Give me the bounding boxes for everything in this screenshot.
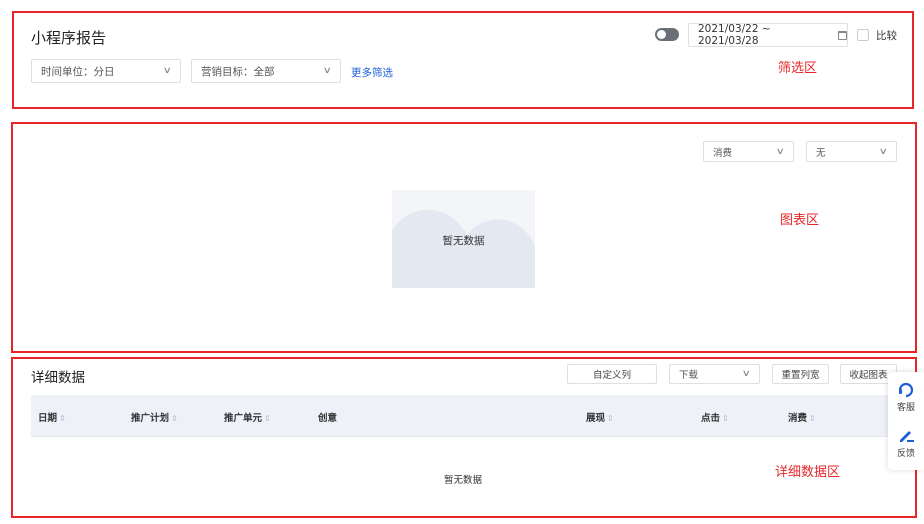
table-header: 日期 ⇕ 推广计划 ⇕ 推广单元 ⇕ 创意 展现 ⇕ 点击 ⇕ 消费 ⇕ xyxy=(31,395,896,437)
sort-icon: ⇕ xyxy=(264,414,271,423)
metric-select-value: 消费 xyxy=(713,147,733,159)
date-range-picker[interactable]: 2021/03/22 ~ 2021/03/28 xyxy=(688,23,848,47)
column-header-plan[interactable]: 推广计划 ⇕ xyxy=(131,410,178,424)
sort-icon: ⇕ xyxy=(607,414,614,423)
detail-region-label: 详细数据区 xyxy=(775,465,841,480)
marketing-goal-value: 营销目标：全部 xyxy=(201,65,275,78)
toggle-switch[interactable] xyxy=(655,28,679,41)
customer-service-label: 客服 xyxy=(896,403,915,413)
compare-label: 比较 xyxy=(876,30,897,42)
feedback-label: 反馈 xyxy=(896,449,915,459)
sort-icon: ⇕ xyxy=(809,414,816,423)
calendar-icon xyxy=(838,30,847,40)
chart-empty-text: 暂无数据 xyxy=(442,235,485,247)
download-select[interactable]: 下载 ∨ xyxy=(669,364,760,384)
chevron-down-icon: ∨ xyxy=(742,369,752,379)
sort-icon: ⇕ xyxy=(59,414,66,423)
time-unit-select[interactable]: 时间单位：分日 ∨ xyxy=(31,59,181,83)
marketing-goal-select[interactable]: 营销目标：全部 ∨ xyxy=(191,59,341,83)
metric-select[interactable]: 消费 ∨ xyxy=(703,141,794,162)
chevron-down-icon: ∨ xyxy=(879,146,889,157)
chart-empty-placeholder: 暂无数据 xyxy=(392,190,535,288)
column-header-clicks[interactable]: 点击 ⇕ xyxy=(701,410,729,424)
sort-icon: ⇕ xyxy=(722,414,729,423)
detail-title: 详细数据 xyxy=(31,370,85,386)
chart-region-label: 图表区 xyxy=(780,213,820,228)
time-unit-value: 时间单位：分日 xyxy=(41,65,115,78)
edit-pencil-icon xyxy=(900,431,914,442)
chevron-down-icon: ∨ xyxy=(776,146,786,157)
chevron-down-icon: ∨ xyxy=(163,66,173,76)
date-range-text: 2021/03/22 ~ 2021/03/28 xyxy=(698,23,771,47)
table-empty-text: 暂无数据 xyxy=(444,475,483,486)
chevron-down-icon: ∨ xyxy=(323,66,333,76)
compare-metric-select[interactable]: 无 ∨ xyxy=(806,141,897,162)
column-header-creative[interactable]: 创意 xyxy=(318,410,337,424)
filter-region-label: 筛选区 xyxy=(778,61,818,76)
download-label: 下载 xyxy=(679,370,699,381)
custom-columns-button[interactable]: 自定义列 xyxy=(567,364,657,384)
sort-icon: ⇕ xyxy=(171,414,178,423)
page-title: 小程序报告 xyxy=(31,29,107,47)
column-header-cost[interactable]: 消费 ⇕ xyxy=(788,410,816,424)
reset-column-width-button[interactable]: 重置列宽 xyxy=(772,364,829,384)
more-filters-link[interactable]: 更多筛选 xyxy=(351,65,393,80)
customer-service-button[interactable]: 客服 xyxy=(888,380,924,420)
column-header-date[interactable]: 日期 ⇕ xyxy=(38,410,66,424)
floating-toolbar: 客服 反馈 xyxy=(888,372,924,470)
column-header-impressions[interactable]: 展现 ⇕ xyxy=(586,410,614,424)
column-header-unit[interactable]: 推广单元 ⇕ xyxy=(224,410,271,424)
feedback-button[interactable]: 反馈 xyxy=(888,426,924,466)
headset-icon xyxy=(898,382,914,398)
compare-checkbox[interactable] xyxy=(857,29,869,41)
compare-metric-value: 无 xyxy=(816,147,826,159)
